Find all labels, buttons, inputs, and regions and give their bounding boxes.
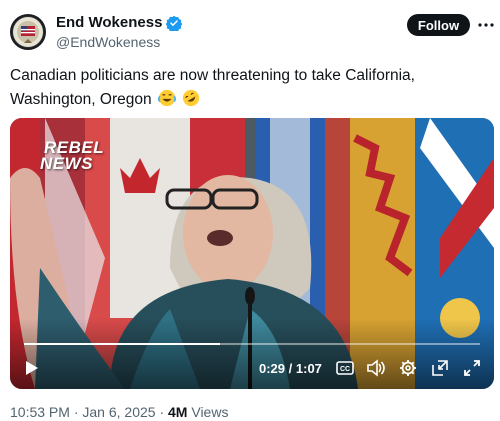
tweet-meta: 10:53 PM · Jan 6, 2025 · 4M Views <box>10 404 228 420</box>
time-separator: / <box>288 361 296 376</box>
face-with-tears-of-joy-icon <box>157 89 176 107</box>
follow-button[interactable]: Follow <box>407 14 470 36</box>
verified-badge-icon <box>166 15 183 33</box>
settings-icon[interactable] <box>398 358 418 378</box>
svg-text:CC: CC <box>340 366 350 373</box>
duration: 1:07 <box>295 361 322 376</box>
more-horizontal-icon[interactable] <box>478 17 494 33</box>
tweet-text: Canadian politicians are now threatening… <box>10 64 480 112</box>
play-icon[interactable] <box>22 358 42 378</box>
display-name[interactable]: End Wokeness <box>56 14 162 31</box>
meta-separator: · <box>73 404 79 420</box>
video-player[interactable]: REBEL NEWS 0:29 / 1:07 CC <box>10 118 494 389</box>
current-time: 0:29 <box>259 361 286 376</box>
captions-icon[interactable]: CC <box>335 358 355 378</box>
pop-out-icon[interactable] <box>430 358 450 378</box>
avatar[interactable] <box>10 14 46 50</box>
views-label: Views <box>191 404 229 420</box>
tweet-date[interactable]: Jan 6, 2025 <box>82 404 155 420</box>
rolling-on-floor-laughing-icon <box>182 89 200 107</box>
rebel-news-watermark: REBEL NEWS <box>40 139 104 172</box>
author-name[interactable]: End Wokeness <box>56 14 183 33</box>
video-progress-bar[interactable] <box>24 343 480 345</box>
views-count: 4M <box>168 404 188 420</box>
tweet-time[interactable]: 10:53 PM <box>10 404 70 420</box>
video-time: 0:29 / 1:07 <box>259 361 322 376</box>
volume-icon[interactable] <box>366 358 386 378</box>
tweet-body: Canadian politicians are now threatening… <box>10 67 415 108</box>
video-progress-fill <box>24 343 221 345</box>
video-controls: 0:29 / 1:07 CC <box>10 352 494 384</box>
watermark-line2: NEWS <box>40 154 93 173</box>
author-handle[interactable]: @EndWokeness <box>56 34 160 50</box>
fullscreen-icon[interactable] <box>462 358 482 378</box>
meta-separator: · <box>159 404 165 420</box>
